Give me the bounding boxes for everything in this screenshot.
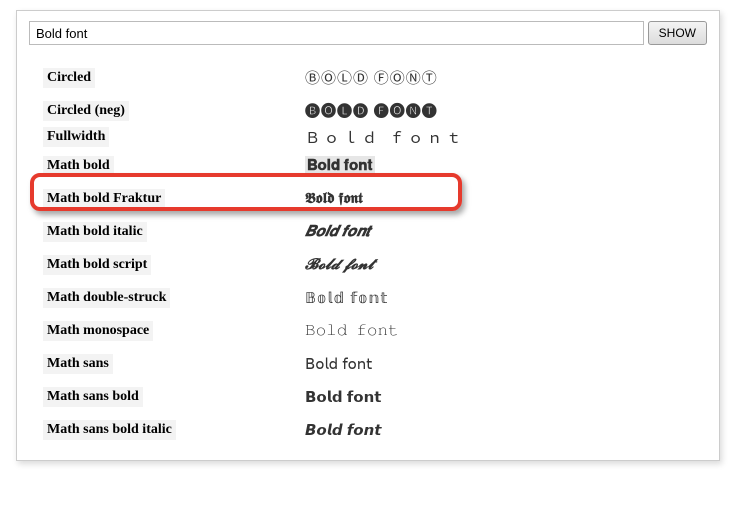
style-row: Math bold italic 𝑩𝒐𝒍𝒅 𝒇𝒐𝒏𝒕 (43, 215, 707, 248)
style-label: Math sans (43, 354, 113, 374)
style-row: Fullwidth Ｂｏｌｄ ｆｏｎｔ (43, 127, 707, 149)
style-row: Math sans 𝖡𝗈𝗅𝖽 𝖿𝗈𝗇𝗍 (43, 347, 707, 380)
style-label: Math sans bold (43, 387, 143, 407)
label-col: Math sans bold italic (43, 420, 305, 440)
style-label: Math double-struck (43, 288, 170, 308)
style-value[interactable]: 𝙱𝚘𝚕𝚍 𝚏𝚘𝚗𝚝 (305, 322, 399, 340)
label-col: Math double-struck (43, 288, 305, 308)
style-value[interactable]: 𝘽𝙤𝙡𝙙 𝙛𝙤𝙣𝙩 (305, 421, 381, 439)
main-panel: SHOW Circled ⒷⓄⓁⒹ ⒻⓄⓃⓉ Circled (neg) 🅑🅞🅛🅓 🅕… (16, 10, 720, 461)
style-row: Math bold 𝐁𝐨𝐥𝐝 𝐟𝐨𝐧𝐭 (43, 149, 707, 182)
style-value[interactable]: 🅑🅞🅛🅓 🅕🅞🅝🅣 (305, 100, 438, 121)
style-label: Math bold script (43, 255, 151, 275)
label-col: Math monospace (43, 321, 305, 341)
style-row: Math bold script 𝓑𝓸𝓵𝓭 𝓯𝓸𝓷𝓽 (43, 248, 707, 281)
label-col: Math bold script (43, 255, 305, 275)
style-label: Math bold (43, 156, 114, 176)
label-col: Circled (neg) (43, 101, 305, 121)
style-value[interactable]: 𝑩𝒐𝒍𝒅 𝒇𝒐𝒏𝒕 (305, 223, 371, 241)
label-col: Math bold Fraktur (43, 189, 305, 209)
label-col: Math sans bold (43, 387, 305, 407)
style-label: Circled (43, 68, 95, 88)
label-col: Math bold italic (43, 222, 305, 242)
style-label: Math monospace (43, 321, 153, 341)
font-input[interactable] (29, 21, 644, 45)
style-row: Circled ⒷⓄⓁⒹ ⒻⓄⓃⓉ (43, 61, 707, 94)
style-value[interactable]: 𝕭𝖔𝖑𝖉 𝖋𝖔𝖓𝖙 (305, 189, 363, 208)
style-row: Circled (neg) 🅑🅞🅛🅓 🅕🅞🅝🅣 (43, 94, 707, 127)
label-col: Circled (43, 68, 305, 88)
style-value[interactable]: ⒷⓄⓁⒹ ⒻⓄⓃⓉ (305, 67, 438, 88)
style-value[interactable]: 𝐁𝐨𝐥𝐝 𝐟𝐨𝐧𝐭 (305, 156, 375, 176)
style-row: Math double-struck 𝔹𝕠𝕝𝕕 𝕗𝕠𝕟𝕥 (43, 281, 707, 314)
style-row: Math sans bold 𝗕𝗼𝗹𝗱 𝗳𝗼𝗻𝘁 (43, 380, 707, 413)
style-value[interactable]: 𝓑𝓸𝓵𝓭 𝓯𝓸𝓷𝓽 (305, 256, 373, 274)
style-label: Math sans bold italic (43, 420, 176, 440)
label-col: Math bold (43, 156, 305, 176)
style-label: Fullwidth (43, 127, 109, 147)
style-row: Math bold Fraktur 𝕭𝖔𝖑𝖉 𝖋𝖔𝖓𝖙 (43, 182, 707, 215)
style-label: Circled (neg) (43, 101, 129, 121)
style-value[interactable]: 𝗕𝗼𝗹𝗱 𝗳𝗼𝗻𝘁 (305, 388, 381, 406)
style-value[interactable]: Ｂｏｌｄ ｆｏｎｔ (305, 127, 465, 148)
show-button[interactable]: SHOW (648, 21, 707, 45)
label-col: Fullwidth (43, 127, 305, 147)
style-label: Math bold Fraktur (43, 189, 165, 209)
style-value[interactable]: 𝔹𝕠𝕝𝕕 𝕗𝕠𝕟𝕥 (305, 289, 388, 307)
style-rows: Circled ⒷⓄⓁⒹ ⒻⓄⓃⓉ Circled (neg) 🅑🅞🅛🅓 🅕🅞🅝🅣 Fu… (29, 61, 707, 446)
top-bar: SHOW (29, 21, 707, 45)
style-row: Math monospace 𝙱𝚘𝚕𝚍 𝚏𝚘𝚗𝚝 (43, 314, 707, 347)
style-row: Math sans bold italic 𝘽𝙤𝙡𝙙 𝙛𝙤𝙣𝙩 (43, 413, 707, 446)
label-col: Math sans (43, 354, 305, 374)
style-label: Math bold italic (43, 222, 147, 242)
style-value[interactable]: 𝖡𝗈𝗅𝖽 𝖿𝗈𝗇𝗍 (305, 355, 372, 373)
